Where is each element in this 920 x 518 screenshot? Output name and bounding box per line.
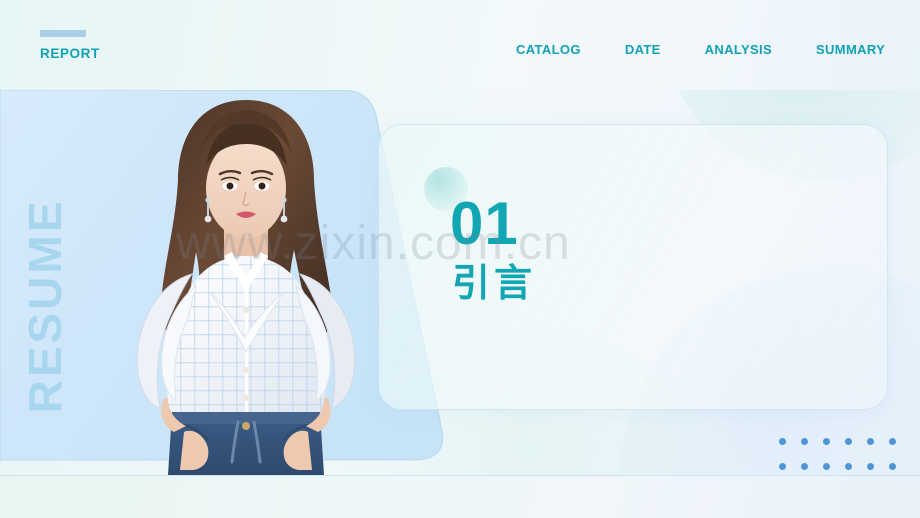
grid-dot	[867, 438, 874, 445]
grid-dot	[889, 438, 896, 445]
nav-item-catalog[interactable]: CATALOG	[516, 41, 581, 58]
grid-dot	[889, 463, 896, 470]
brand-mark-icon	[40, 30, 86, 37]
grid-dot	[823, 463, 830, 470]
header-bar: REPORT CATALOG DATE ANALYSIS SUMMARY	[0, 0, 920, 90]
grid-dot	[845, 463, 852, 470]
section-title: 引言	[452, 263, 537, 305]
section-number: 01	[450, 190, 519, 257]
grid-dot	[779, 438, 786, 445]
grid-dot	[801, 463, 808, 470]
grid-dot	[867, 463, 874, 470]
grid-dot	[779, 463, 786, 470]
nav-item-date[interactable]: DATE	[625, 41, 661, 58]
nav-item-summary[interactable]: SUMMARY	[816, 41, 888, 58]
person-photo	[96, 96, 396, 475]
brand-label: REPORT	[40, 46, 100, 61]
grid-dot	[823, 438, 830, 445]
slide-root: REPORT CATALOG DATE ANALYSIS SUMMARY RES…	[0, 0, 920, 518]
grid-dot	[845, 438, 852, 445]
vertical-resume-label: RESUME	[19, 198, 71, 414]
nav-item-analysis[interactable]: ANALYSIS	[705, 41, 772, 58]
brand: REPORT	[40, 30, 100, 61]
footer-band	[0, 475, 920, 518]
main-navigation[interactable]: CATALOG DATE ANALYSIS SUMMARY	[472, 41, 888, 58]
grid-dot	[801, 438, 808, 445]
